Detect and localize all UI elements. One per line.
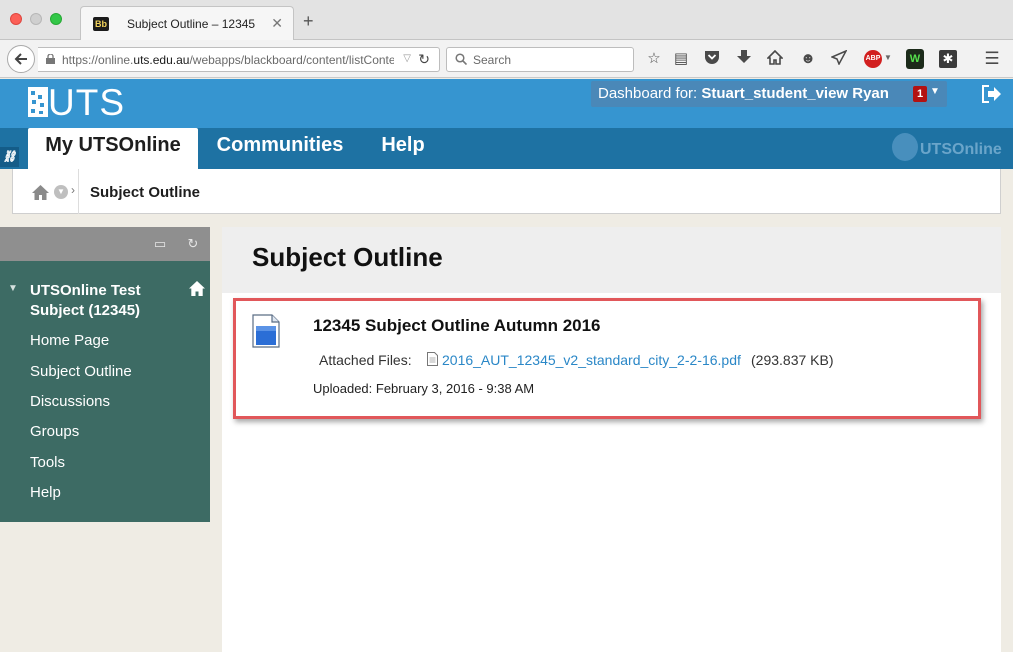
extension-puzzle-icon[interactable]: ✱ xyxy=(939,50,957,68)
course-title[interactable]: UTSOnline Test Subject (12345) xyxy=(30,281,180,321)
collapse-caret-icon[interactable]: ▼ xyxy=(8,283,18,294)
attached-files-label: Attached Files: xyxy=(319,352,412,368)
course-menu-item-subject-outline[interactable]: Subject Outline xyxy=(30,363,132,380)
attached-file-link[interactable]: 2016_AUT_12345_v2_standard_city_2-2-16.p… xyxy=(442,352,741,368)
dashboard-label: Dashboard for: xyxy=(598,85,702,102)
downloads-icon[interactable] xyxy=(735,50,753,68)
download-arrow-shape xyxy=(737,50,751,63)
refresh-icon[interactable]: ↻ xyxy=(185,236,201,252)
home-shape xyxy=(766,49,784,65)
course-menu-toolbar: ▭ ↻ xyxy=(0,227,210,261)
url-dropdown-icon[interactable]: ▽ xyxy=(403,53,411,64)
url-text: https://online.uts.edu.au/webapps/blackb… xyxy=(62,53,394,67)
display-window-icon[interactable]: ▭ xyxy=(152,236,168,252)
content-item: 12345 Subject Outline Autumn 2016 Attach… xyxy=(233,298,981,419)
uts-tab-bar: ⛓ My UTSOnline Communities Help UTSOnlin… xyxy=(0,128,1013,169)
browser-tab-bar: Bb Subject Outline – 12345 ✕ + xyxy=(0,0,1013,41)
content-item-title[interactable]: 12345 Subject Outline Autumn 2016 xyxy=(313,316,601,336)
upload-timestamp: Uploaded: February 3, 2016 - 9:38 AM xyxy=(313,381,535,396)
breadcrumb-current: Subject Outline xyxy=(90,184,201,201)
browser-tab[interactable]: Bb Subject Outline – 12345 ✕ xyxy=(80,6,294,41)
window-minimize-button[interactable] xyxy=(30,13,42,25)
hamburger-menu-icon[interactable]: ☰ xyxy=(983,50,1001,68)
browser-nav-bar: https://online.uts.edu.au/webapps/blackb… xyxy=(0,40,1013,78)
content-area: Subject Outline 12345 Subject Outline Au… xyxy=(222,227,1001,652)
pocket-shape xyxy=(705,51,719,64)
adblock-plus-icon[interactable]: ABP xyxy=(864,50,882,68)
send-icon[interactable] xyxy=(830,49,848,68)
search-icon xyxy=(455,53,467,65)
course-menu-item-discussions[interactable]: Discussions xyxy=(30,393,110,410)
breadcrumb-divider xyxy=(78,169,79,214)
attached-file-size: (293.837 KB) xyxy=(751,352,834,368)
search-bar[interactable]: Search xyxy=(446,47,634,72)
url-path: /webapps/blackboard/content/listConte xyxy=(189,53,394,67)
dashboard-menu[interactable]: Dashboard for: Stuart_student_view Ryan … xyxy=(591,81,947,107)
document-icon xyxy=(252,314,280,348)
back-arrow-icon xyxy=(14,53,27,65)
chat-icon[interactable]: ☻ xyxy=(799,50,817,68)
uts-header: UTS Dashboard for: Stuart_student_view R… xyxy=(0,79,1013,128)
blackboard-favicon-icon: Bb xyxy=(93,17,109,31)
home-icon[interactable] xyxy=(766,49,784,68)
dashboard-user-name: Stuart_student_view Ryan xyxy=(701,85,889,102)
bookmark-star-icon[interactable]: ☆ xyxy=(645,50,663,68)
tab-communities[interactable]: Communities xyxy=(210,128,350,169)
tab-title: Subject Outline – 12345 xyxy=(127,17,256,31)
uts-logo-box-icon xyxy=(28,87,48,117)
reload-icon[interactable]: ↻ xyxy=(418,51,430,68)
page-title: Subject Outline xyxy=(252,242,443,272)
course-menu-item-home-page[interactable]: Home Page xyxy=(30,332,109,349)
new-tab-icon[interactable]: + xyxy=(303,12,314,30)
url-prefix: https://online. xyxy=(62,53,134,67)
course-menu-item-groups[interactable]: Groups xyxy=(30,423,79,440)
notification-badge[interactable]: 1 xyxy=(913,86,927,102)
reading-list-icon[interactable]: ▤ xyxy=(672,50,690,68)
dashboard-caret-icon[interactable]: ▼ xyxy=(930,86,940,97)
content-header: Subject Outline xyxy=(222,227,1001,293)
utsonline-brand-text: UTSOnline xyxy=(920,141,1002,158)
url-domain: uts.edu.au xyxy=(133,53,190,67)
ghostery-icon[interactable]: W xyxy=(906,49,924,69)
adblock-dropdown-icon[interactable]: ▼ xyxy=(884,53,892,62)
tab-close-icon[interactable]: ✕ xyxy=(271,15,283,32)
breadcrumb-dropdown-icon[interactable]: ▼ xyxy=(54,185,68,199)
url-bar[interactable]: https://online.uts.edu.au/webapps/blackb… xyxy=(38,47,440,72)
breadcrumb-separator-icon: › xyxy=(71,183,75,197)
utsonline-people-icon xyxy=(892,133,918,161)
tab-help[interactable]: Help xyxy=(372,128,434,169)
window-maximize-button[interactable] xyxy=(50,13,62,25)
window-close-button[interactable] xyxy=(10,13,22,25)
course-menu-item-help[interactable]: Help xyxy=(30,484,61,501)
file-icon xyxy=(427,352,438,366)
uts-logo-text: UTS xyxy=(48,82,125,123)
back-button[interactable] xyxy=(7,45,35,73)
lock-icon xyxy=(46,54,55,64)
search-placeholder: Search xyxy=(473,53,512,67)
course-menu-item-tools[interactable]: Tools xyxy=(30,454,65,471)
uts-logo-pattern xyxy=(31,91,44,114)
paper-plane-shape xyxy=(830,49,848,66)
course-menu: ▼ UTSOnline Test Subject (12345) Home Pa… xyxy=(0,261,210,522)
breadcrumb-home-icon[interactable] xyxy=(32,185,49,200)
logout-icon[interactable] xyxy=(981,85,1001,103)
dashboard-text: Dashboard for: Stuart_student_view Ryan xyxy=(598,85,889,102)
pocket-icon[interactable] xyxy=(703,50,721,68)
course-home-icon[interactable] xyxy=(189,281,205,296)
tab-my-utsonline[interactable]: My UTSOnline xyxy=(28,128,198,169)
breadcrumb: ▼ › Subject Outline xyxy=(12,169,1001,214)
quick-links-icon[interactable]: ⛓ xyxy=(0,147,19,167)
